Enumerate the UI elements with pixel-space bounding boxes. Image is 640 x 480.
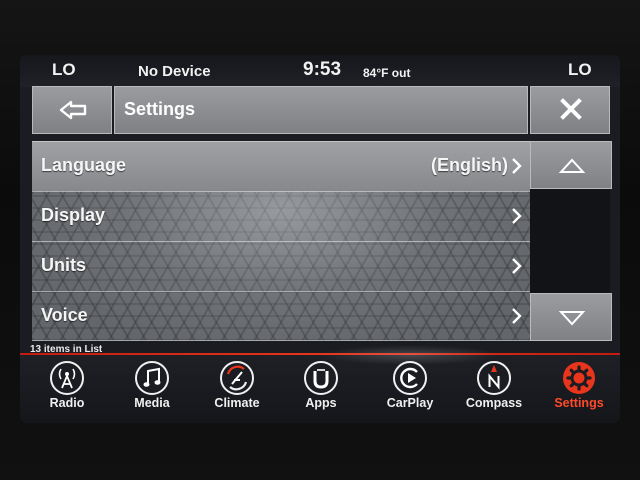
- list-item-language[interactable]: Language (English): [32, 141, 530, 191]
- bottom-nav: Radio Media Climate Apps CarPlay Compass…: [20, 355, 620, 423]
- list-item-label: Voice: [41, 305, 88, 325]
- chevron-right-icon: [512, 208, 522, 224]
- nav-label: CarPlay: [386, 396, 434, 410]
- clock: 9:53: [303, 59, 342, 80]
- nav-label: Climate: [214, 396, 260, 410]
- media-source: No Device: [138, 63, 211, 80]
- gear-icon: [563, 362, 595, 394]
- close-button[interactable]: [530, 86, 610, 134]
- nav-label: Settings: [554, 396, 604, 410]
- status-bar: LO No Device 9:53 84°F out LO: [20, 55, 620, 87]
- list-item-voice[interactable]: Voice: [32, 291, 530, 341]
- nav-label: Radio: [49, 396, 85, 410]
- close-x-icon: [560, 98, 582, 120]
- radio-tower-icon: [50, 361, 84, 395]
- nav-climate[interactable]: Climate: [197, 358, 277, 420]
- triangle-down-icon: [558, 311, 586, 326]
- list-item-label: Units: [41, 255, 86, 275]
- back-button[interactable]: [32, 86, 112, 134]
- nav-label: Media: [134, 396, 170, 410]
- driver-temp[interactable]: LO: [52, 60, 76, 80]
- climate-fan-icon: [220, 361, 254, 395]
- page-title-bar: Settings: [114, 86, 528, 134]
- compass-icon: [477, 361, 511, 395]
- chevron-right-icon: [512, 158, 522, 174]
- scroll-up-button[interactable]: [530, 141, 612, 189]
- nav-label: Compass: [465, 396, 523, 410]
- nav-compass[interactable]: Compass: [454, 358, 534, 420]
- list-item-display[interactable]: Display: [32, 191, 530, 241]
- touchscreen: LO No Device 9:53 84°F out LO Settings L…: [20, 55, 620, 423]
- nav-radio[interactable]: Radio: [27, 358, 107, 420]
- page-title: Settings: [124, 99, 196, 119]
- list-item-label: Language: [41, 155, 127, 175]
- nav-media[interactable]: Media: [112, 358, 192, 420]
- passenger-temp[interactable]: LO: [568, 60, 592, 80]
- nav-carplay[interactable]: CarPlay: [370, 358, 450, 420]
- triangle-up-icon: [558, 158, 586, 173]
- nav-label: Apps: [305, 396, 337, 410]
- nav-settings[interactable]: Settings: [539, 358, 619, 420]
- list-item-units[interactable]: Units: [32, 241, 530, 291]
- outside-temp: 84°F out: [363, 66, 411, 80]
- back-arrow-icon: [59, 100, 87, 120]
- list-item-label: Display: [41, 205, 106, 225]
- chevron-right-icon: [512, 258, 522, 274]
- music-note-icon: [135, 361, 169, 395]
- list-item-value: (English): [431, 155, 508, 175]
- nav-apps[interactable]: Apps: [281, 358, 361, 420]
- scroll-down-button[interactable]: [530, 293, 612, 341]
- chevron-right-icon: [512, 308, 522, 324]
- carplay-icon: [393, 361, 427, 395]
- apps-u-icon: [304, 361, 338, 395]
